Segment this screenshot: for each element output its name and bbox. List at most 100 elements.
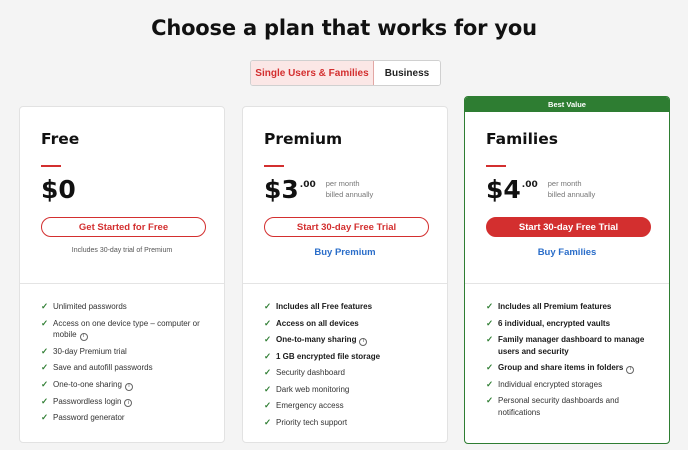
plan-price: $4 .00 per month billed annually	[486, 175, 595, 205]
page-title: Choose a plan that works for you	[151, 16, 537, 40]
check-icon: ✓	[41, 317, 49, 328]
feature-text: Family manager dashboard to manage users…	[498, 335, 645, 356]
check-icon: ✓	[264, 367, 272, 378]
feature-item: ✓ Access on one device type – computer or…	[41, 318, 212, 341]
check-icon: ✓	[264, 301, 272, 311]
check-icon: ✓	[264, 350, 272, 361]
feature-text: Includes all Free features	[276, 302, 373, 311]
feature-text: 6 individual, encrypted vaults	[498, 318, 611, 328]
feature-text: Save and autofill passwords	[53, 363, 153, 373]
price-dollars: $4	[486, 175, 521, 204]
check-icon: ✓	[41, 395, 49, 406]
check-icon: ✓	[41, 412, 49, 423]
price-cents: .00	[299, 180, 316, 190]
feature-item: ✓ Security dashboard	[264, 367, 435, 379]
divider	[465, 283, 669, 284]
feature-text: Emergency access	[276, 401, 344, 411]
check-icon: ✓	[264, 400, 272, 411]
feature-item: ✓ Includes all Free features	[264, 301, 435, 313]
feature-item: ✓ Emergency access	[264, 400, 435, 412]
plan-type-toggle: Single Users & Families Business	[250, 60, 441, 86]
divider	[20, 283, 224, 284]
feature-text: 30-day Premium trial	[53, 346, 127, 356]
price-cents: .00	[521, 180, 538, 190]
divider	[243, 283, 447, 284]
feature-item: ✓ Save and autofill passwords	[41, 362, 212, 374]
feature-text: Dark web monitoring	[276, 384, 350, 394]
price-dollars: $3	[264, 175, 299, 204]
start-free-trial-button[interactable]: Start 30-day Free Trial	[486, 217, 651, 237]
check-icon: ✓	[486, 395, 494, 406]
plan-card-free: Free $0 Get Started for Free Includes 30…	[19, 106, 225, 443]
feature-list: ✓ Includes all Free features ✓ Access on al…	[264, 301, 435, 433]
feature-item: ✓ 6 individual, encrypted vaults	[486, 318, 657, 330]
check-icon: ✓	[41, 362, 49, 373]
check-icon: ✓	[41, 301, 49, 311]
billing-period: per month	[325, 179, 360, 188]
feature-text: Password generator	[53, 413, 125, 423]
toggle-business[interactable]: Business	[374, 61, 440, 85]
feature-text: Individual encrypted storages	[498, 379, 603, 389]
accent-divider	[41, 165, 61, 167]
buy-premium-link[interactable]: Buy Premium	[243, 247, 447, 258]
check-icon: ✓	[486, 301, 494, 311]
billing-terms: per month billed annually	[326, 179, 374, 200]
check-icon: ✓	[264, 317, 272, 328]
start-free-trial-button[interactable]: Start 30-day Free Trial	[264, 217, 429, 237]
info-icon[interactable]: i	[359, 337, 368, 346]
feature-text: Security dashboard	[276, 368, 345, 378]
feature-item: ✓ Access on all devices	[264, 318, 435, 330]
plan-price: $0	[41, 175, 76, 205]
billing-terms: per month billed annually	[548, 179, 596, 200]
feature-item: ✓ Password generator	[41, 412, 212, 424]
plan-card-families: Best Value Families $4 .00 per month bil…	[464, 96, 670, 444]
feature-item: ✓ Unlimited passwords	[41, 301, 212, 313]
feature-text: 1 GB encrypted file storage	[276, 351, 381, 361]
check-icon: ✓	[264, 383, 272, 394]
trial-note: Includes 30-day trial of Premium	[71, 247, 173, 254]
feature-item: ✓ Family manager dashboard to manage user…	[486, 334, 657, 357]
feature-text: Passwordless login	[53, 396, 122, 406]
check-icon: ✓	[486, 334, 494, 344]
feature-item: ✓ Group and share items in folders i	[486, 362, 657, 374]
feature-item: ✓ Includes all Premium features	[486, 301, 657, 313]
feature-text: Access on all devices	[276, 318, 359, 328]
feature-text: One-to-many sharing	[276, 335, 357, 344]
info-icon[interactable]: i	[626, 365, 635, 374]
feature-text: Access on one device type – computer or …	[53, 318, 200, 340]
check-icon: ✓	[486, 378, 494, 389]
accent-divider	[486, 165, 506, 167]
billing-frequency: billed annually	[547, 189, 596, 199]
toggle-single-users-families[interactable]: Single Users & Families	[251, 61, 374, 85]
plan-name: Free	[41, 130, 80, 148]
buy-families-link[interactable]: Buy Families	[465, 247, 669, 258]
price-dollars: $0	[41, 175, 76, 204]
check-icon: ✓	[264, 416, 272, 427]
feature-list: ✓ Unlimited passwords ✓ Access on one devic…	[41, 301, 212, 429]
info-icon[interactable]: i	[124, 382, 133, 391]
feature-item: ✓ Passwordless login i	[41, 396, 212, 408]
feature-item: ✓ 30-day Premium trial	[41, 346, 212, 358]
info-icon[interactable]: i	[124, 399, 133, 408]
plan-card-premium: Premium $3 .00 per month billed annually…	[242, 106, 448, 443]
billing-frequency: billed annually	[325, 189, 374, 199]
feature-text: One-to-one sharing	[53, 379, 122, 389]
info-icon[interactable]: i	[79, 332, 88, 341]
feature-item: ✓ Individual encrypted storages	[486, 379, 657, 391]
feature-item: ✓ One-to-many sharing i	[264, 334, 435, 346]
feature-item: ✓ Dark web monitoring	[264, 384, 435, 396]
feature-text: Priority tech support	[276, 417, 348, 427]
accent-divider	[264, 165, 284, 167]
get-started-free-button[interactable]: Get Started for Free	[41, 217, 206, 237]
feature-item: ✓ 1 GB encrypted file storage	[264, 351, 435, 363]
check-icon: ✓	[41, 345, 49, 356]
feature-text: Personal security dashboards and notific…	[498, 396, 619, 417]
check-icon: ✓	[264, 334, 272, 344]
check-icon: ✓	[41, 378, 49, 389]
feature-text: Group and share items in folders	[498, 363, 624, 372]
feature-item: ✓ Personal security dashboards and notifi…	[486, 395, 657, 418]
check-icon: ✓	[486, 362, 494, 372]
feature-item: ✓ Priority tech support	[264, 417, 435, 429]
feature-item: ✓ One-to-one sharing i	[41, 379, 212, 391]
billing-period: per month	[547, 179, 582, 188]
